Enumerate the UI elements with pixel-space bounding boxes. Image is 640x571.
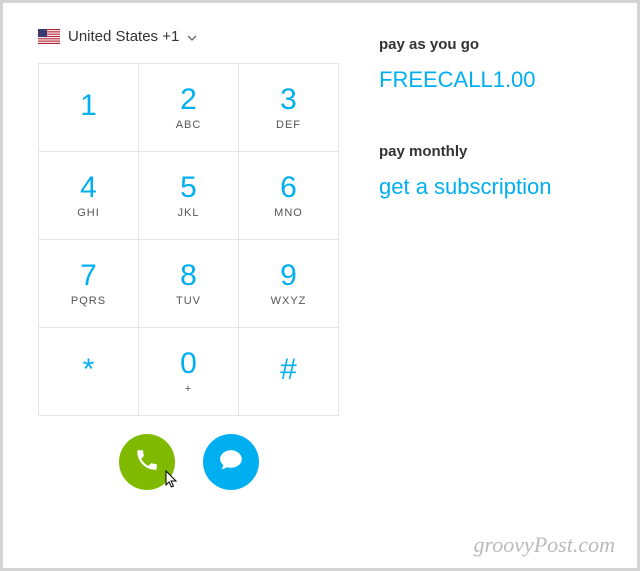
chat-button[interactable] xyxy=(203,434,259,490)
cursor-icon xyxy=(165,470,181,495)
flag-us-icon xyxy=(38,29,60,44)
key-8[interactable]: 8TUV xyxy=(139,240,239,328)
credit-balance-link[interactable]: FREECALL1.00 xyxy=(379,67,551,93)
key-9[interactable]: 9WXYZ xyxy=(239,240,339,328)
key-6[interactable]: 6MNO xyxy=(239,152,339,240)
subscription-link[interactable]: get a subscription xyxy=(379,174,551,200)
key-hash[interactable]: # xyxy=(239,328,339,416)
key-star[interactable]: * xyxy=(39,328,139,416)
key-3[interactable]: 3DEF xyxy=(239,64,339,152)
key-0[interactable]: 0+ xyxy=(139,328,239,416)
call-button[interactable] xyxy=(119,434,175,490)
key-4[interactable]: 4GHI xyxy=(39,152,139,240)
country-selector[interactable]: United States +1 xyxy=(38,28,339,45)
key-5[interactable]: 5JKL xyxy=(139,152,239,240)
key-7[interactable]: 7PQRS xyxy=(39,240,139,328)
dial-keypad: 1 2ABC 3DEF 4GHI 5JKL 6MNO 7PQRS 8TUV 9W… xyxy=(38,63,339,416)
chevron-down-icon xyxy=(187,30,197,44)
chat-icon xyxy=(218,447,244,478)
country-label: United States +1 xyxy=(68,28,179,45)
key-2[interactable]: 2ABC xyxy=(139,64,239,152)
key-1[interactable]: 1 xyxy=(39,64,139,152)
phone-icon xyxy=(134,447,160,478)
watermark: groovyPost.com xyxy=(473,532,615,558)
payg-label: pay as you go xyxy=(379,36,551,53)
monthly-label: pay monthly xyxy=(379,143,551,160)
